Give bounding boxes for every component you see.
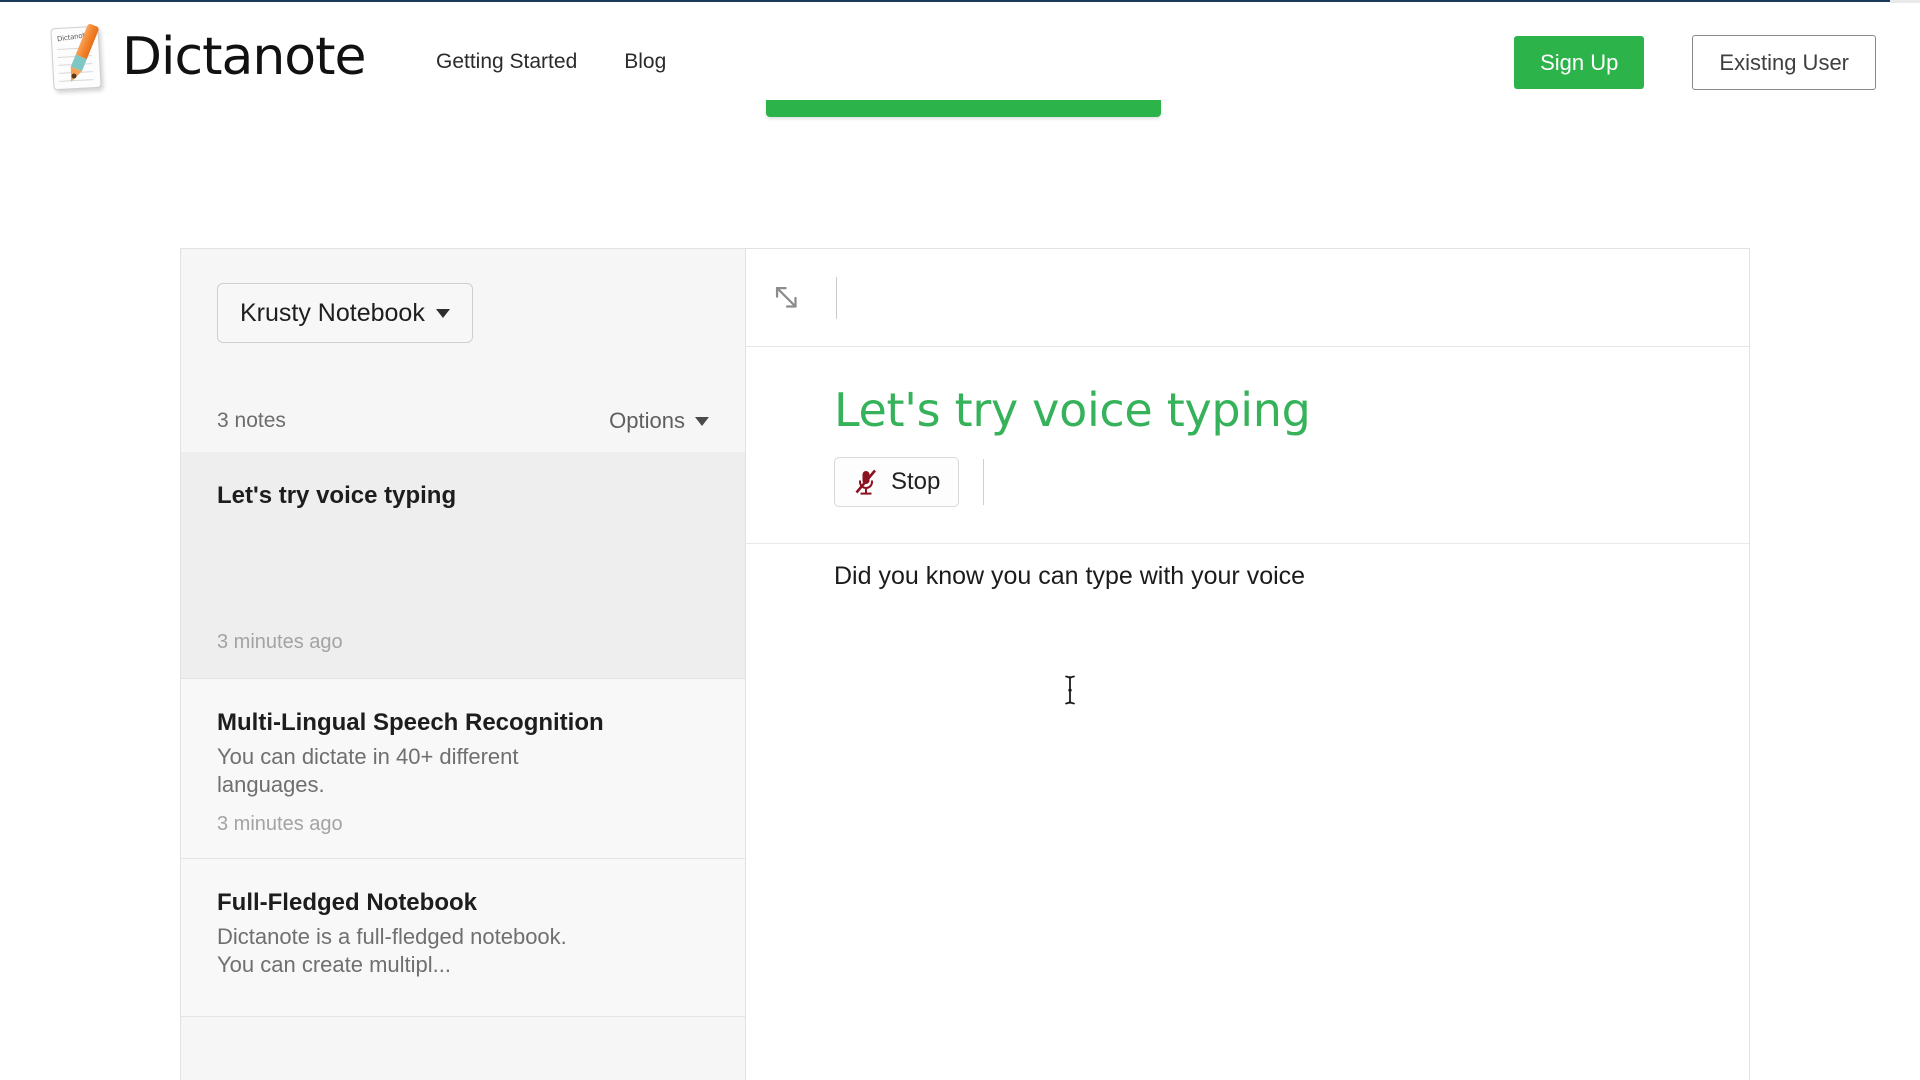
nav-link-getting-started[interactable]: Getting Started [436,50,577,74]
notes-sidebar: Krusty Notebook 3 notes Options Let's tr… [181,249,746,1080]
toolbar-divider [836,276,837,319]
chevron-down-icon [695,416,709,426]
notes-app-card: Krusty Notebook 3 notes Options Let's tr… [180,248,1750,1080]
note-title: Full-Fledged Notebook [217,889,477,917]
promo-banner-strip[interactable] [766,100,1161,117]
options-dropdown[interactable]: Options [609,408,709,434]
controls-divider [983,459,985,505]
note-editor-title[interactable]: Let's try voice typing [834,383,1749,437]
note-title: Multi-Lingual Speech Recognition [217,709,604,736]
editor-toolbar [746,249,1749,347]
editor-separator [746,543,1749,544]
site-logo[interactable]: Dictanote Dictanote [48,17,366,97]
chevron-down-icon [435,308,450,318]
list-item[interactable]: Let's try voice typing 3 minutes ago [181,452,745,679]
dictanote-notepad-icon: Dictanote [48,21,110,93]
note-timestamp: 3 minutes ago [217,813,343,836]
logo-wordmark: Dictanote [122,27,366,87]
stop-button-label: Stop [891,468,941,495]
options-label: Options [609,408,685,433]
header-actions: Sign Up Existing User [1514,35,1876,90]
main-navigation: Getting Started Blog [436,50,666,74]
note-snippet: Dictanote is a full-fledged notebook. Yo… [217,924,567,978]
note-editor-content[interactable]: Did you know you can type with your voic… [834,562,1749,591]
notes-list: Let's try voice typing 3 minutes ago Mul… [181,452,745,1080]
list-item[interactable]: Multi-Lingual Speech Recognition You can… [181,679,745,860]
nav-link-blog[interactable]: Blog [624,50,666,74]
editor-body[interactable]: Let's try voice typing Stop Did you know… [746,347,1749,591]
notebook-selector-dropdown[interactable]: Krusty Notebook [217,283,473,343]
existing-user-button[interactable]: Existing User [1692,35,1876,90]
note-editor: Let's try voice typing Stop Did you know… [746,249,1749,1080]
notebook-name: Krusty Notebook [240,298,425,327]
note-timestamp: 3 minutes ago [217,631,343,653]
stop-dictation-button[interactable]: Stop [834,457,960,507]
notes-meta-bar: 3 notes Options [181,391,745,451]
page-root: Dictanote Dictanote Getting Started Blog… [0,0,1920,1080]
notes-count-label: 3 notes [217,409,286,432]
dictation-controls: Stop [834,457,1749,507]
microphone-muted-icon [855,469,876,495]
note-snippet: You can dictate in 40+ different languag… [217,744,519,798]
expand-arrows-icon[interactable] [770,281,804,315]
sign-up-button[interactable]: Sign Up [1514,36,1645,89]
list-item[interactable]: Full-Fledged Notebook Dictanote is a ful… [181,859,745,1017]
note-title: Let's try voice typing [217,482,457,509]
